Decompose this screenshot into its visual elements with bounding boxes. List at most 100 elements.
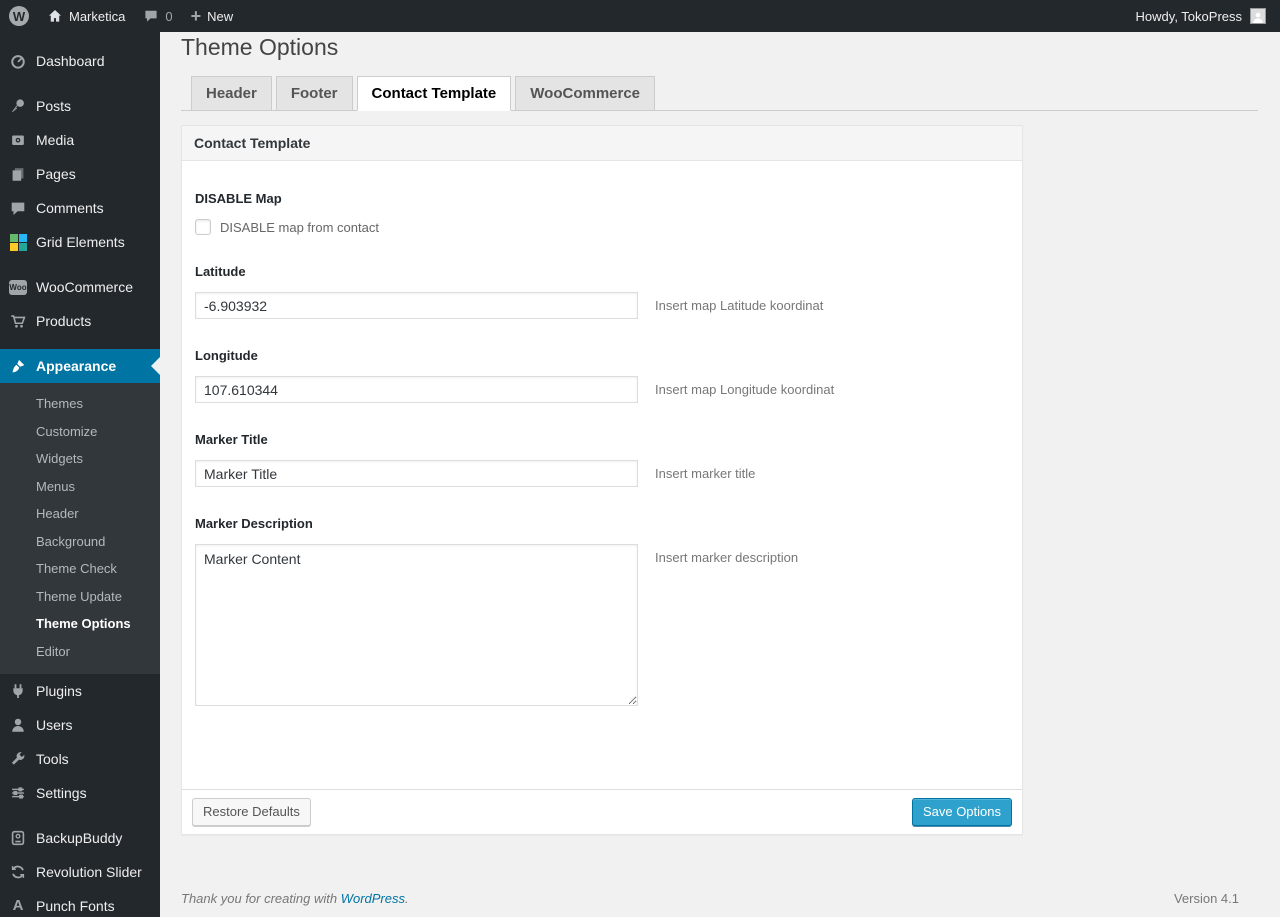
menu-separator: [0, 78, 160, 89]
media-icon: [8, 130, 28, 150]
tab-woocommerce[interactable]: WooCommerce: [515, 76, 656, 110]
sidebar-item-plugins[interactable]: Plugins: [0, 674, 160, 708]
sidebar-item-appearance[interactable]: Appearance: [0, 349, 160, 383]
new-content-button[interactable]: + New: [182, 0, 243, 32]
users-icon: [8, 715, 28, 735]
admin-bar: W Marketica 0 + New Howdy, TokoPress: [0, 0, 1280, 32]
field-marker-title: Marker Title Insert marker title: [195, 432, 1009, 487]
refresh-icon: [8, 862, 28, 882]
sidebar-subitem-widgets[interactable]: Widgets: [0, 445, 160, 473]
field-control-row: Insert map Longitude koordinat: [195, 376, 1009, 403]
tab-footer[interactable]: Footer: [275, 76, 353, 110]
field-control-row: DISABLE map from contact: [195, 219, 1009, 235]
admin-sidebar: Dashboard Posts Media Pages Comments Grid Ele…: [0, 32, 160, 917]
marker-description-textarea[interactable]: [195, 544, 638, 706]
save-options-button[interactable]: Save Options: [911, 798, 1012, 826]
menu-separator: [0, 810, 160, 821]
panel-body: DISABLE Map DISABLE map from contact Latit…: [182, 161, 1022, 789]
field-control-row: Insert marker description: [195, 544, 1009, 706]
sidebar-item-media[interactable]: Media: [0, 123, 160, 157]
settings-icon: [8, 783, 28, 803]
page-footer: Thank you for creating with WordPress. V…: [181, 891, 1239, 916]
sidebar-item-label: Users: [36, 717, 73, 733]
restore-defaults-button[interactable]: Restore Defaults: [192, 798, 311, 826]
howdy-account-menu[interactable]: Howdy, TokoPress: [1136, 9, 1242, 24]
sidebar-item-users[interactable]: Users: [0, 708, 160, 742]
disable-map-checkbox[interactable]: [195, 219, 211, 235]
field-disable-map: DISABLE Map DISABLE map from contact: [195, 191, 1009, 235]
menu-separator: [0, 259, 160, 270]
field-marker-description: Marker Description Insert marker descript…: [195, 516, 1009, 706]
sidebar-item-grid-elements[interactable]: Grid Elements: [0, 225, 160, 259]
sidebar-item-label: BackupBuddy: [36, 830, 123, 846]
new-label: New: [207, 8, 234, 24]
sidebar-subitem-theme-options[interactable]: Theme Options: [0, 610, 160, 638]
sidebar-item-posts[interactable]: Posts: [0, 89, 160, 123]
backup-icon: [8, 828, 28, 848]
sidebar-item-label: Appearance: [36, 358, 117, 374]
sidebar-item-settings[interactable]: Settings: [0, 776, 160, 810]
sidebar-item-label: Posts: [36, 98, 72, 114]
sidebar-subitem-theme-check[interactable]: Theme Check: [0, 555, 160, 583]
home-icon: [47, 8, 63, 24]
plug-icon: [8, 681, 28, 701]
plus-icon: +: [190, 6, 202, 26]
sidebar-item-label: Media: [36, 132, 75, 148]
sidebar-item-label: Dashboard: [36, 53, 105, 69]
site-name-label: Marketica: [69, 8, 126, 24]
comments-icon: [8, 198, 28, 218]
sidebar-item-label: Pages: [36, 166, 76, 182]
appearance-submenu: Themes Customize Widgets Menus Header Backgro…: [0, 383, 160, 674]
sidebar-subitem-customize[interactable]: Customize: [0, 418, 160, 446]
sidebar-item-products[interactable]: Products: [0, 304, 160, 338]
woocommerce-icon: Woo: [8, 277, 28, 297]
sidebar-item-revolution-slider[interactable]: Revolution Slider: [0, 855, 160, 889]
sidebar-item-dashboard[interactable]: Dashboard: [0, 44, 160, 78]
wordpress-logo-menu[interactable]: W: [0, 0, 38, 32]
sidebar-item-label: Products: [36, 313, 92, 329]
sidebar-subitem-themes[interactable]: Themes: [0, 390, 160, 418]
latitude-input[interactable]: [195, 292, 638, 319]
sidebar-item-tools[interactable]: Tools: [0, 742, 160, 776]
longitude-input[interactable]: [195, 376, 638, 403]
marker-title-input[interactable]: [195, 460, 638, 487]
field-label: Marker Description: [195, 516, 313, 531]
comment-bubble-icon: [143, 8, 159, 24]
sidebar-subitem-theme-update[interactable]: Theme Update: [0, 583, 160, 611]
field-latitude: Latitude Insert map Latitude koordinat: [195, 264, 1009, 319]
field-control-row: Insert map Latitude koordinat: [195, 292, 1009, 319]
sidebar-subitem-editor[interactable]: Editor: [0, 638, 160, 666]
comments-menu[interactable]: 0: [134, 0, 181, 32]
wordpress-link[interactable]: WordPress: [341, 891, 405, 906]
field-label: DISABLE Map: [195, 191, 282, 206]
sidebar-subitem-menus[interactable]: Menus: [0, 473, 160, 501]
sidebar-item-punch-fonts[interactable]: A Punch Fonts: [0, 889, 160, 917]
sidebar-item-label: Grid Elements: [36, 234, 125, 250]
sidebar-item-backupbuddy[interactable]: BackupBuddy: [0, 821, 160, 855]
sidebar-item-label: Tools: [36, 751, 69, 767]
main-content: Theme Options Header Footer Contact Templa…: [160, 0, 1280, 916]
checkbox-label: DISABLE map from contact: [220, 219, 379, 235]
sidebar-item-label: WooCommerce: [36, 279, 133, 295]
field-help-text: Insert marker title: [655, 466, 756, 481]
font-a-icon: A: [12, 897, 24, 914]
sidebar-subitem-header[interactable]: Header: [0, 500, 160, 528]
site-name-link[interactable]: Marketica: [38, 0, 134, 32]
version-label: Version 4.1: [1173, 891, 1239, 906]
tab-header[interactable]: Header: [191, 76, 272, 110]
pushpin-icon: [8, 96, 28, 116]
field-label: Marker Title: [195, 432, 268, 447]
sidebar-item-pages[interactable]: Pages: [0, 157, 160, 191]
wordpress-logo-icon: W: [9, 6, 29, 26]
field-label: Longitude: [195, 348, 258, 363]
field-longitude: Longitude Insert map Longitude koordinat: [195, 348, 1009, 403]
tab-contact-template[interactable]: Contact Template: [356, 76, 512, 111]
sidebar-item-comments[interactable]: Comments: [0, 191, 160, 225]
sidebar-subitem-background[interactable]: Background: [0, 528, 160, 556]
field-help-text: Insert map Longitude koordinat: [655, 382, 835, 397]
avatar: [1250, 8, 1266, 24]
footer-thanks: Thank you for creating with WordPress.: [181, 891, 409, 906]
menu-separator: [0, 338, 160, 349]
sidebar-item-woocommerce[interactable]: Woo WooCommerce: [0, 270, 160, 304]
wrench-icon: [8, 749, 28, 769]
